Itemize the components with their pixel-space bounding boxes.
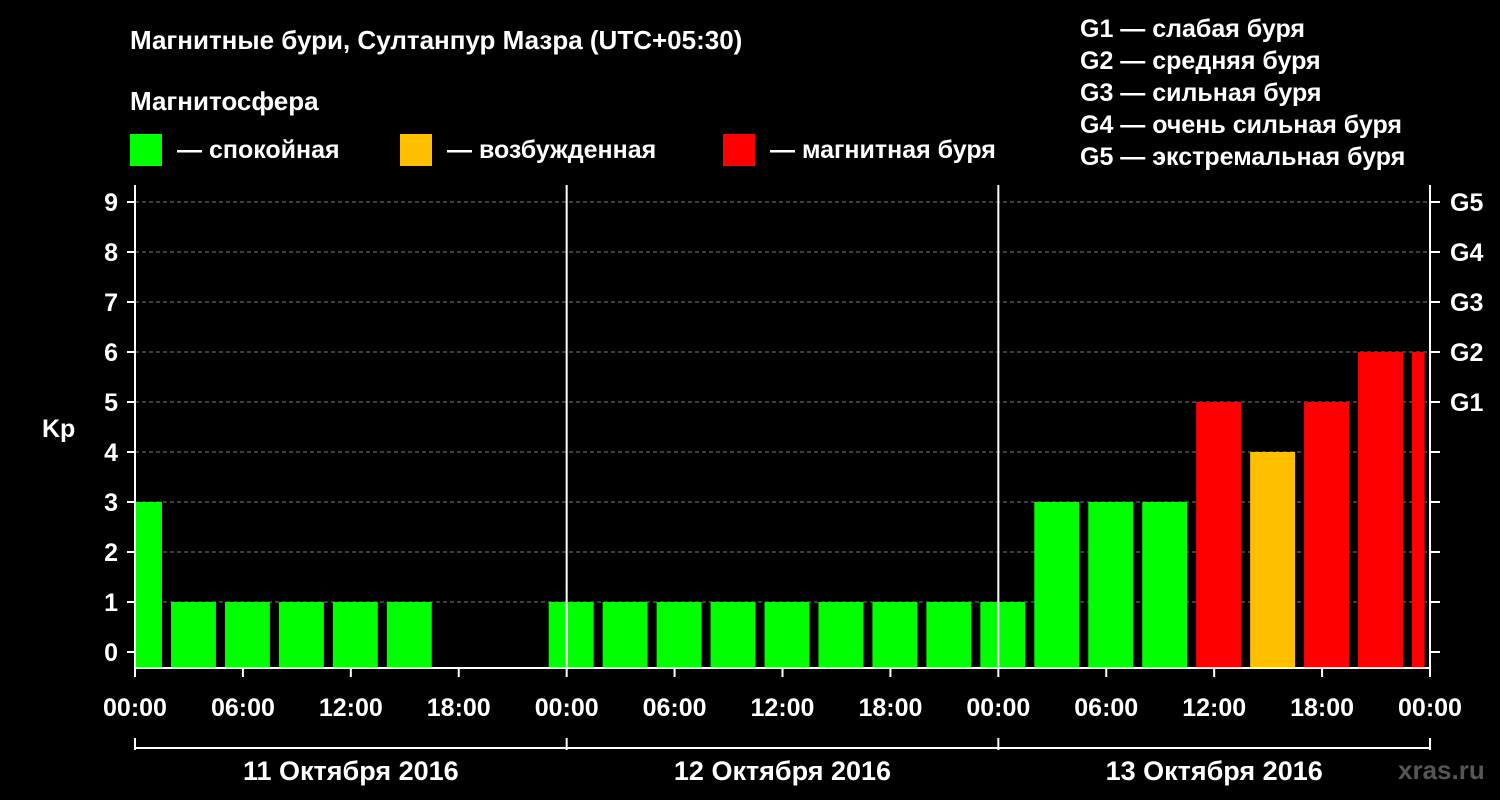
kp-bar-8 [602, 602, 648, 668]
g-legend-item-5: G5 — экстремальная буря [1080, 143, 1405, 171]
legend-swatch-2 [400, 134, 432, 166]
x-tick-label-2: 12:00 [319, 694, 383, 722]
g-tick-label-G5: G5 [1450, 189, 1483, 217]
kp-bar-19 [1196, 402, 1242, 668]
y-tick-label-3: 3 [104, 489, 118, 517]
g-legend-item-3: G3 — сильная буря [1080, 79, 1322, 107]
x-tick-label-8: 00:00 [966, 694, 1030, 722]
y-tick-label-4: 4 [104, 439, 118, 467]
kp-bar-7 [548, 602, 594, 668]
kp-bar-21 [1304, 402, 1350, 668]
legend-label-2: — возбужденная [447, 136, 656, 164]
x-tick-label-3: 18:00 [427, 694, 491, 722]
day-label-2: 12 Октября 2016 [674, 756, 891, 786]
y-tick-label-8: 8 [104, 239, 118, 267]
x-tick-label-4: 00:00 [535, 694, 599, 722]
kp-bar-22 [1358, 352, 1404, 668]
legend-swatch-3 [723, 134, 755, 166]
kp-bar-16 [1034, 502, 1080, 668]
y-tick-label-9: 9 [104, 189, 118, 217]
x-tick-label-6: 12:00 [751, 694, 815, 722]
kp-bar-14 [926, 602, 972, 668]
kp-chart: Магнитные бури, Султанпур Мазра (UTC+05:… [42, 15, 1485, 786]
kp-bar-9 [656, 602, 702, 668]
kp-bar-11 [764, 602, 810, 668]
kp-bar-1 [135, 502, 162, 668]
kp-bar-15 [980, 602, 1026, 668]
kp-bar-4 [278, 602, 324, 668]
x-tick-label-5: 06:00 [643, 694, 707, 722]
chart-title: Магнитные бури, Султанпур Мазра (UTC+05:… [130, 25, 742, 55]
x-tick-label-10: 12:00 [1182, 694, 1246, 722]
legend-label-1: — спокойная [177, 136, 340, 164]
y-tick-label-2: 2 [104, 539, 118, 567]
g-legend-item-4: G4 — очень сильная буря [1080, 111, 1402, 139]
x-tick-label-0: 00:00 [103, 694, 167, 722]
legend-label-3: — магнитная буря [770, 136, 996, 164]
g-legend-item-2: G2 — средняя буря [1080, 47, 1321, 75]
y-tick-label-6: 6 [104, 339, 118, 367]
kp-bar-13 [872, 602, 918, 668]
kp-bar-3 [224, 602, 270, 668]
x-tick-label-11: 18:00 [1290, 694, 1354, 722]
legend-title: Магнитосфера [130, 86, 319, 116]
x-tick-label-1: 06:00 [211, 694, 275, 722]
x-tick-label-7: 18:00 [858, 694, 922, 722]
kp-bar-2 [170, 602, 216, 668]
kp-bar-17 [1088, 502, 1134, 668]
g-tick-label-G3: G3 [1450, 289, 1483, 317]
g-legend-item-1: G1 — слабая буря [1080, 15, 1305, 43]
color-legend: — спокойная — возбужденная — магнитная бур… [130, 134, 996, 166]
day-label-1: 11 Октября 2016 [243, 756, 459, 786]
day-label-3: 13 Октября 2016 [1106, 756, 1323, 786]
g-tick-label-G4: G4 [1450, 239, 1483, 267]
g-tick-label-G1: G1 [1450, 389, 1483, 417]
kp-bar-5 [332, 602, 378, 668]
legend-swatch-1 [130, 134, 162, 166]
kp-bar-23 [1412, 352, 1425, 668]
watermark: xras.ru [1398, 755, 1485, 785]
y-tick-label-0: 0 [104, 639, 118, 667]
bars [135, 352, 1425, 668]
x-tick-label-12: 00:00 [1398, 694, 1462, 722]
kp-bar-12 [818, 602, 864, 668]
kp-bar-20 [1250, 452, 1296, 668]
x-tick-label-9: 06:00 [1074, 694, 1138, 722]
kp-bar-18 [1142, 502, 1188, 668]
y-tick-label-7: 7 [104, 289, 118, 317]
y-tick-label-1: 1 [104, 589, 118, 617]
kp-bar-10 [710, 602, 756, 668]
g-scale-legend: G1 — слабая буря G2 — средняя буря G3 — си… [1080, 15, 1405, 171]
kp-bar-6 [386, 602, 432, 668]
g-tick-label-G2: G2 [1450, 339, 1483, 367]
y-tick-label-5: 5 [104, 389, 118, 417]
y-axis-label: Kp [42, 415, 75, 443]
